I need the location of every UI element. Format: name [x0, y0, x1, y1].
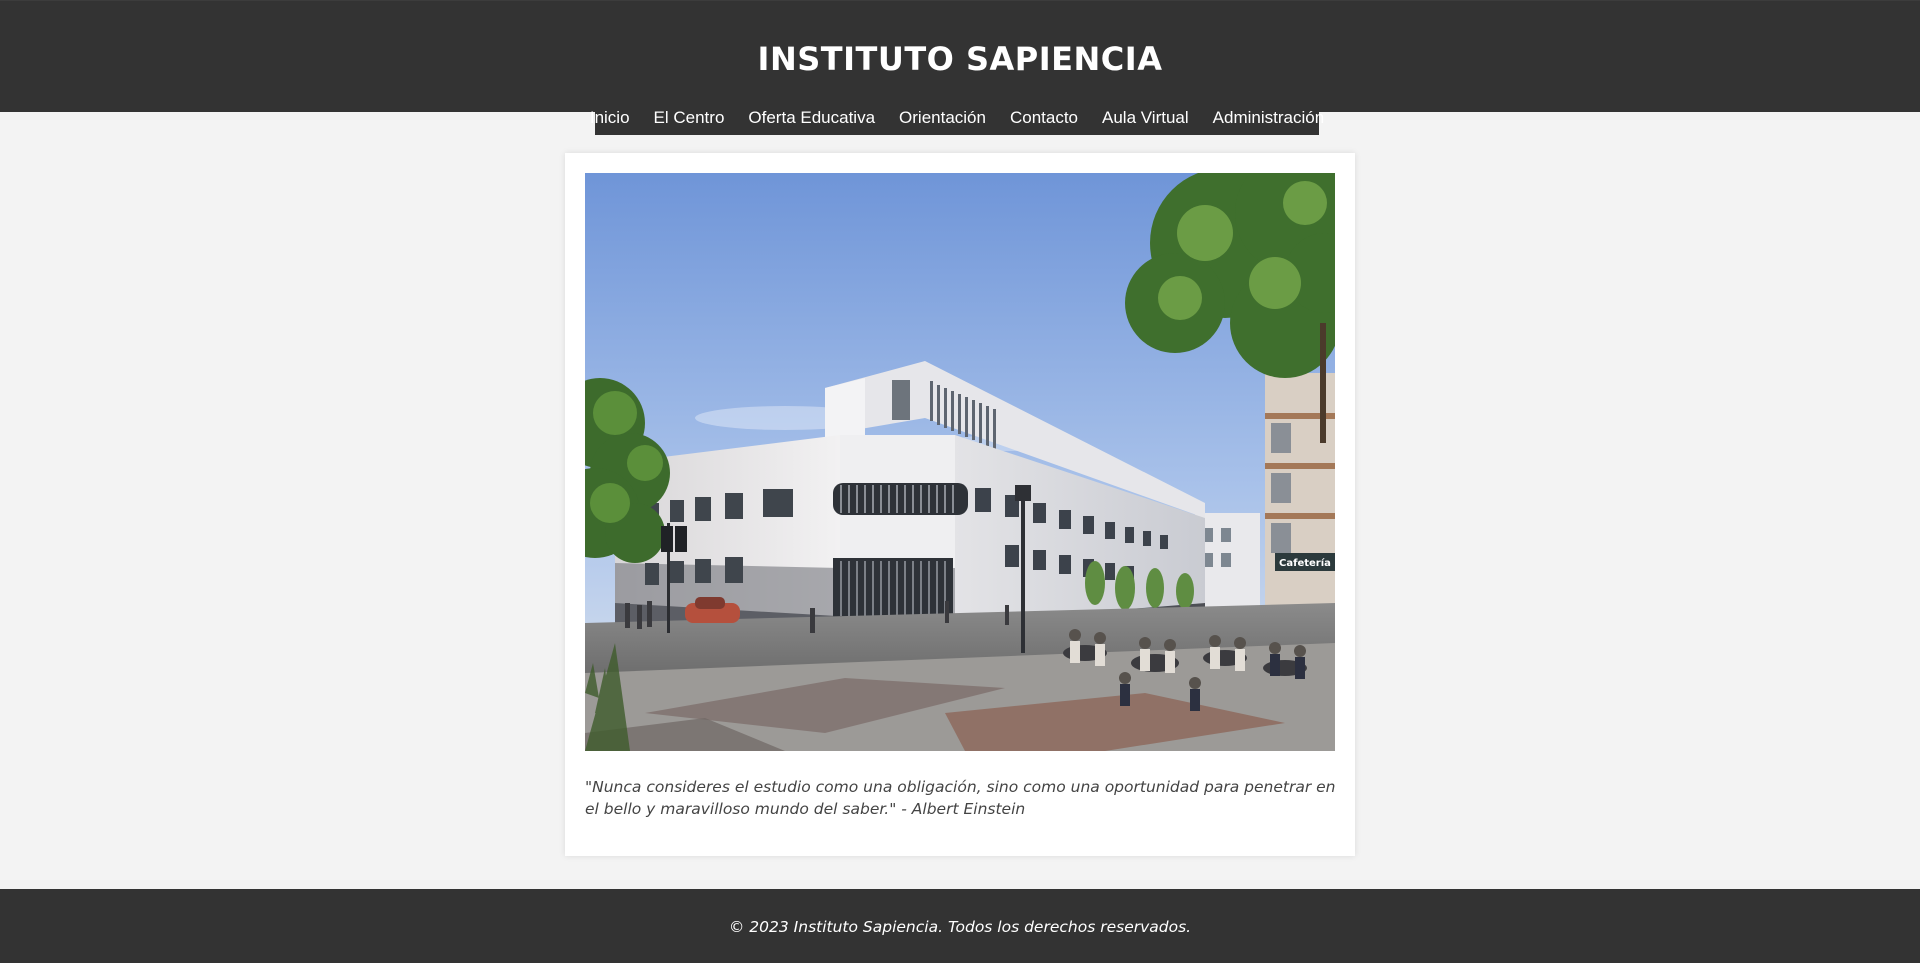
- einstein-quote: "Nunca consideres el estudio como una ob…: [585, 778, 1336, 818]
- nav-item-el-centro[interactable]: El Centro: [642, 101, 737, 135]
- nav-item-oferta-educativa[interactable]: Oferta Educativa: [736, 101, 887, 135]
- school-building-image: Cafetería: [585, 173, 1335, 751]
- cafeteria-sign: Cafetería: [1279, 557, 1331, 569]
- nav-item-inicio[interactable]: Inicio: [578, 101, 642, 135]
- content-card: Cafetería "Nunca consideres el estudio c…: [565, 153, 1355, 856]
- site-header: INSTITUTO SAPIENCIA: [0, 0, 1920, 112]
- nav-item-aula-virtual[interactable]: Aula Virtual: [1090, 101, 1201, 135]
- site-footer: © 2023 Instituto Sapiencia. Todos los de…: [0, 889, 1920, 963]
- nav-item-orientacion[interactable]: Orientación: [887, 101, 998, 135]
- nav-item-contacto[interactable]: Contacto: [998, 101, 1090, 135]
- nav-item-administracion[interactable]: Administración: [1201, 101, 1337, 135]
- footer-copyright: © 2023 Instituto Sapiencia. Todos los de…: [728, 918, 1192, 936]
- site-title: INSTITUTO SAPIENCIA: [757, 40, 1163, 78]
- main-nav: Inicio El Centro Oferta Educativa Orient…: [590, 101, 1324, 135]
